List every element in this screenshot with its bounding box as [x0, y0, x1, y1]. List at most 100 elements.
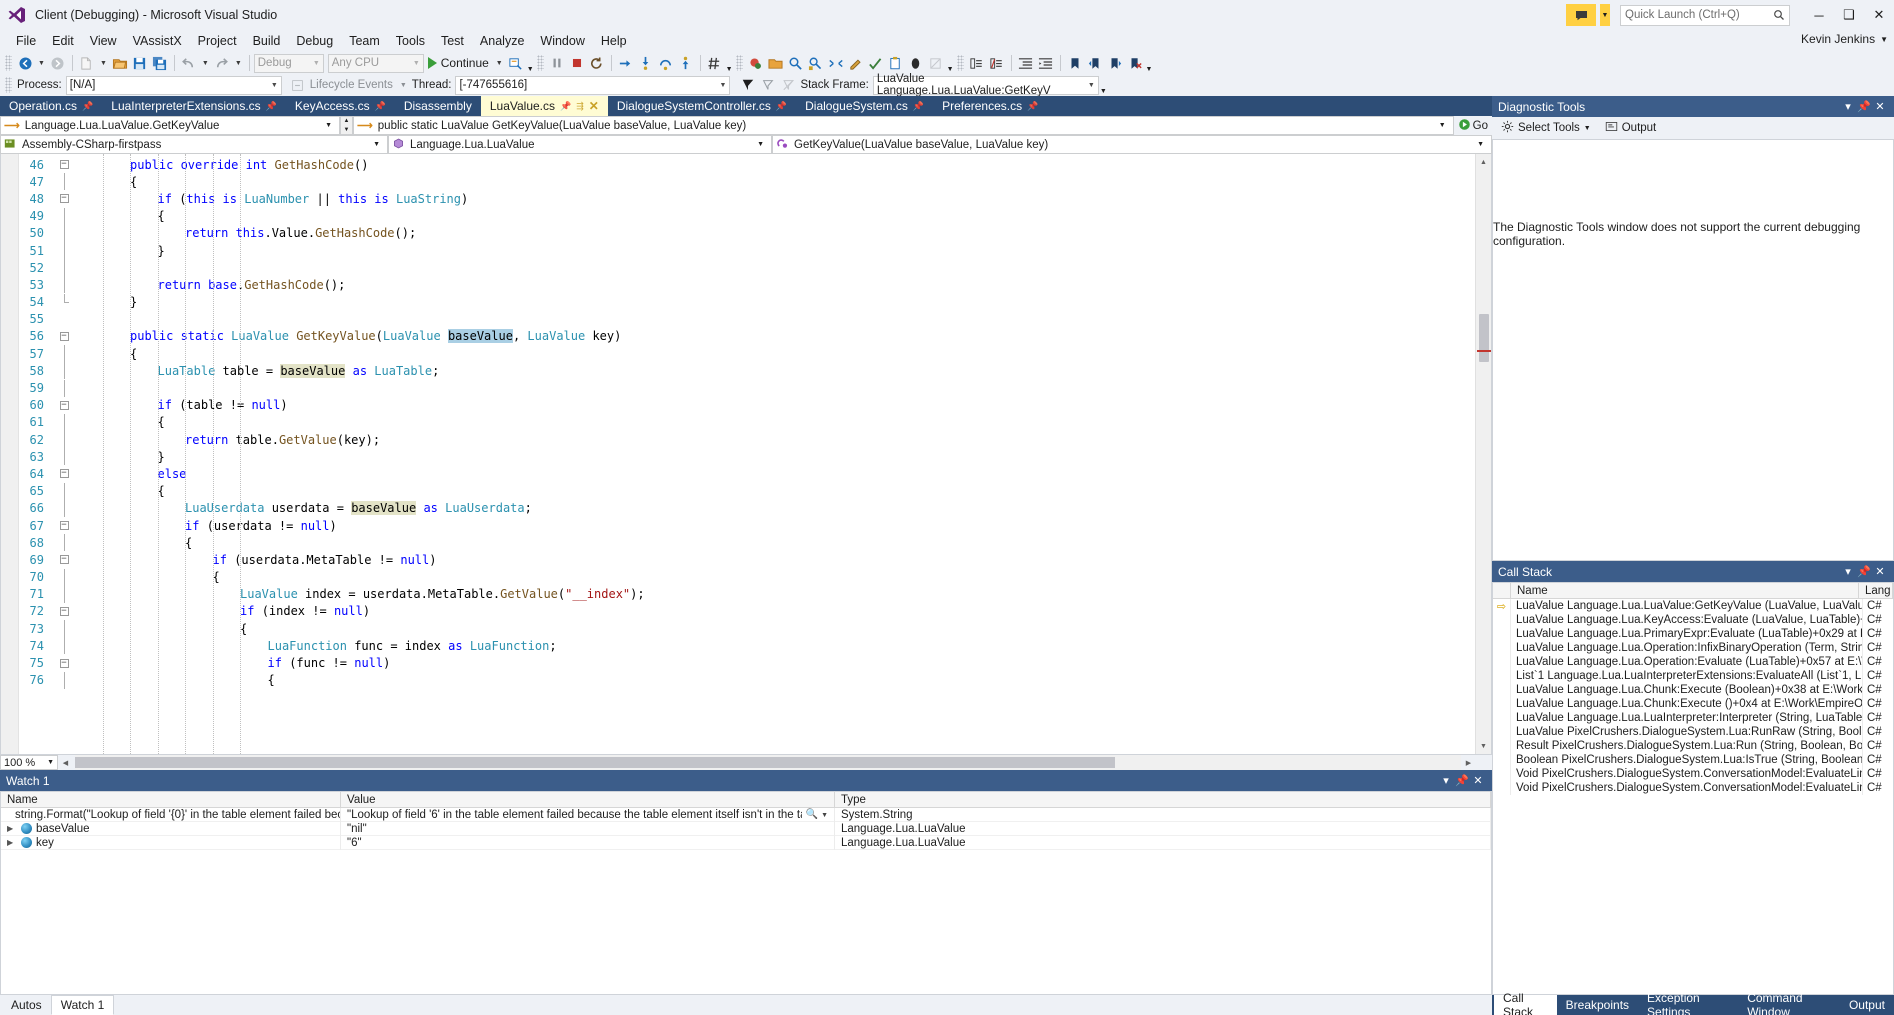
- step-out-icon[interactable]: [676, 53, 696, 73]
- code-lines[interactable]: 46− public override int GetHashCode() 47{4…: [1, 154, 1475, 754]
- tab-watch-1[interactable]: Watch 1: [50, 995, 115, 1015]
- open-file-icon[interactable]: [110, 53, 130, 73]
- call-stack-row[interactable]: Void PixelCrushers.DialogueSystem.Conver…: [1493, 781, 1893, 795]
- solution-configuration-combo[interactable]: Debug ▼: [253, 53, 324, 73]
- step-into-icon[interactable]: [636, 53, 656, 73]
- watch-grid[interactable]: Name Value Type string.Format("Lookup of…: [0, 791, 1492, 995]
- code-line[interactable]: 62 return table.GetValue(key);: [1, 431, 1475, 449]
- code-line[interactable]: 54}: [1, 293, 1475, 311]
- fold-margin[interactable]: [53, 620, 75, 638]
- vassistx-toolbar-grip[interactable]: [735, 55, 743, 71]
- close-icon[interactable]: ✕: [1470, 774, 1486, 787]
- fold-margin[interactable]: −: [53, 400, 75, 410]
- previous-bookmark-icon[interactable]: [1085, 53, 1105, 73]
- collapse-icon[interactable]: −: [59, 160, 69, 170]
- vassist-rename-icon[interactable]: [846, 53, 866, 73]
- debug-location-overflow-icon[interactable]: ▼: [1100, 76, 1107, 95]
- fold-margin[interactable]: [53, 431, 75, 449]
- code-line[interactable]: 69− if (userdata.MetaTable != null): [1, 551, 1475, 568]
- fold-margin[interactable]: [53, 242, 75, 260]
- process-combo[interactable]: [N/A] ▼: [65, 75, 282, 95]
- vassist-spellcheck-icon[interactable]: [866, 53, 886, 73]
- call-stack-row[interactable]: Void PixelCrushers.DialogueSystem.Conver…: [1493, 767, 1893, 781]
- code-line[interactable]: 59: [1, 379, 1475, 397]
- watch-row[interactable]: string.Format("Lookup of field '{0}' in …: [1, 808, 1491, 822]
- code-line[interactable]: 55: [1, 311, 1475, 328]
- tab-keyaccess-cs[interactable]: KeyAccess.cs 📌: [286, 96, 395, 116]
- chevron-down-icon[interactable]: ▼: [821, 812, 828, 819]
- code-line[interactable]: 74 LuaFunction func = index as LuaFunctio…: [1, 637, 1475, 655]
- fold-margin[interactable]: [53, 482, 75, 500]
- fold-margin[interactable]: [53, 413, 75, 431]
- tab-preferences-cs[interactable]: Preferences.cs 📌: [933, 96, 1047, 116]
- tab-operation-cs[interactable]: Operation.cs 📌: [0, 96, 102, 116]
- fold-margin[interactable]: [53, 534, 75, 552]
- save-all-icon[interactable]: [150, 53, 170, 73]
- menu-window[interactable]: Window: [532, 32, 592, 50]
- vassist-open-file-icon[interactable]: [766, 53, 786, 73]
- editor-vertical-scrollbar[interactable]: ▲ ▼: [1475, 154, 1491, 754]
- menu-vassistx[interactable]: VAssistX: [125, 32, 190, 50]
- code-line[interactable]: 71 LuaValue index = userdata.MetaTable.Ge…: [1, 585, 1475, 603]
- navigate-backward-dropdown-icon[interactable]: ▼: [35, 60, 48, 67]
- current-signature-combo[interactable]: ⟶ public static LuaValue GetKeyValue(Lua…: [353, 116, 1454, 135]
- close-icon[interactable]: ✕: [1872, 565, 1888, 578]
- pin-icon[interactable]: 📌: [1454, 774, 1470, 787]
- text-editor-toolbar-grip[interactable]: [956, 55, 964, 71]
- output-button[interactable]: Output: [1600, 118, 1662, 138]
- fold-margin[interactable]: −: [53, 331, 75, 341]
- code-editor[interactable]: 46− public override int GetHashCode() 47{4…: [1, 154, 1475, 754]
- solution-platform-combo[interactable]: Any CPU ▼: [327, 53, 424, 73]
- fold-margin[interactable]: [53, 379, 75, 397]
- code-line[interactable]: 60 − if (table != null): [1, 397, 1475, 414]
- code-line[interactable]: 57 {: [1, 345, 1475, 363]
- vassist-find-references-icon[interactable]: [806, 53, 826, 73]
- menu-build[interactable]: Build: [245, 32, 289, 50]
- code-line[interactable]: 61 {: [1, 413, 1475, 431]
- call-stack-row[interactable]: LuaValue Language.Lua.Chunk:Execute (Boo…: [1493, 683, 1893, 697]
- vassist-highlight-icon[interactable]: [906, 53, 926, 73]
- pin-icon[interactable]: 📌: [1856, 100, 1872, 113]
- code-line[interactable]: 75− if (func != null): [1, 654, 1475, 671]
- toggle-bookmark-icon[interactable]: [1065, 53, 1085, 73]
- tab-call-stack[interactable]: Call Stack: [1494, 991, 1557, 1015]
- spinner-down-icon[interactable]: ▼: [341, 126, 352, 135]
- fold-margin[interactable]: −: [53, 555, 75, 565]
- project-combo[interactable]: Assembly-CSharp-firstpass ▼: [0, 135, 388, 154]
- editor-zoom-combo[interactable]: 100 % ▼: [0, 755, 58, 770]
- toolbar-overflow-icon[interactable]: ▼: [527, 54, 534, 73]
- vassist-goto-icon[interactable]: [826, 53, 846, 73]
- collapse-icon[interactable]: −: [59, 400, 69, 410]
- code-line[interactable]: 67− if (userdata != null): [1, 517, 1475, 534]
- tab-command-window[interactable]: Command Window: [1738, 991, 1840, 1015]
- navigate-backward-icon[interactable]: [15, 53, 35, 73]
- code-line[interactable]: 72− if (index != null): [1, 603, 1475, 620]
- menu-analyze[interactable]: Analyze: [472, 32, 532, 50]
- debug-toolbar-grip[interactable]: [536, 55, 544, 71]
- comment-selection-icon[interactable]: [967, 53, 987, 73]
- menu-help[interactable]: Help: [593, 32, 635, 50]
- code-line[interactable]: 73 {: [1, 620, 1475, 638]
- call-stack-row[interactable]: Result PixelCrushers.DialogueSystem.Lua:…: [1493, 739, 1893, 753]
- code-line[interactable]: 58 LuaTable table = baseValue as LuaTable…: [1, 362, 1475, 380]
- fold-margin[interactable]: [53, 207, 75, 225]
- collapse-icon[interactable]: −: [59, 331, 69, 341]
- show-next-statement-icon[interactable]: [616, 53, 636, 73]
- call-stack-row[interactable]: LuaValue Language.Lua.Chunk:Execute ()+0…: [1493, 697, 1893, 711]
- stop-debugging-icon[interactable]: [567, 53, 587, 73]
- watch-cell-value[interactable]: "nil": [341, 821, 835, 836]
- call-stack-row[interactable]: LuaValue Language.Lua.PrimaryExpr:Evalua…: [1493, 627, 1893, 641]
- scroll-up-icon[interactable]: ▲: [1476, 154, 1491, 170]
- feedback-dropdown-icon[interactable]: ▼: [1600, 4, 1610, 26]
- close-button[interactable]: ✕: [1864, 0, 1894, 30]
- menu-view[interactable]: View: [82, 32, 125, 50]
- step-over-icon[interactable]: [656, 53, 676, 73]
- tab-disassembly[interactable]: Disassembly: [395, 96, 481, 116]
- pin-icon[interactable]: 📌: [560, 101, 571, 112]
- scroll-right-icon[interactable]: ▶: [1461, 755, 1476, 770]
- code-line[interactable]: 53 return base.GetHashCode();: [1, 276, 1475, 294]
- menu-edit[interactable]: Edit: [44, 32, 82, 50]
- fold-margin[interactable]: [53, 173, 75, 191]
- call-stack-row[interactable]: LuaValue Language.Lua.KeyAccess:Evaluate…: [1493, 613, 1893, 627]
- attach-to-process-icon[interactable]: [506, 53, 526, 73]
